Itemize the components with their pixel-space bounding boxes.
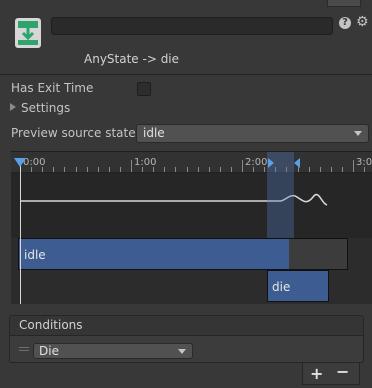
ruler-tick <box>364 167 366 172</box>
has-exit-time-checkbox[interactable] <box>137 82 151 96</box>
ruler-tick <box>175 167 177 172</box>
ruler-tick <box>75 167 77 172</box>
playhead-marker-icon[interactable] <box>14 158 26 167</box>
gear-icon[interactable]: ⚙ <box>356 14 369 30</box>
playhead-line[interactable] <box>20 158 21 304</box>
transition-start-marker-icon[interactable] <box>268 158 274 168</box>
ruler-tick <box>164 167 166 172</box>
ruler-tick <box>131 160 132 172</box>
chevron-down-icon <box>354 131 362 136</box>
source-state-label: idle <box>24 248 46 262</box>
condition-parameter-dropdown[interactable]: Die <box>33 343 193 359</box>
chevron-down-icon <box>178 349 186 354</box>
ruler-tick <box>308 167 310 172</box>
source-state-bar-tail <box>289 239 347 269</box>
ruler-tick <box>264 167 266 172</box>
destination-state-label: die <box>272 280 291 294</box>
top-tab <box>327 0 361 7</box>
transition-name-field[interactable] <box>51 17 333 35</box>
remove-condition-button[interactable]: − <box>336 362 349 381</box>
ruler-tick <box>230 167 232 172</box>
ruler-tick <box>186 167 188 172</box>
preview-source-state-label: Preview source state <box>11 126 136 140</box>
transition-timeline[interactable]: 0:00 1:00 2:00 3:00 idle die <box>11 151 372 304</box>
ruler-tick <box>341 167 343 172</box>
ruler-tick <box>353 160 354 172</box>
settings-foldout-arrow-icon[interactable] <box>10 103 16 111</box>
ruler-tick <box>97 167 99 172</box>
ruler-tick <box>330 167 332 172</box>
divider <box>0 74 372 75</box>
ruler-tick <box>64 167 66 172</box>
drag-handle-icon[interactable] <box>19 347 29 351</box>
destination-state-bar[interactable]: die <box>267 270 329 302</box>
preview-source-state-dropdown[interactable]: idle <box>136 124 369 143</box>
source-state-bar[interactable]: idle <box>18 238 348 270</box>
conditions-panel: Conditions Die <box>9 315 364 363</box>
has-exit-time-label: Has Exit Time <box>11 81 94 95</box>
ruler-tick <box>53 167 55 172</box>
ruler-tick <box>242 160 243 172</box>
ruler-tick <box>208 167 210 172</box>
timeline-ruler[interactable]: 0:00 1:00 2:00 3:00 <box>11 152 372 173</box>
curve-area <box>11 173 372 238</box>
preview-source-state-value: idle <box>143 126 165 140</box>
help-icon[interactable]: ? <box>339 17 351 29</box>
add-condition-button[interactable]: + <box>310 364 323 383</box>
ruler-tick <box>119 167 121 172</box>
ruler-tick <box>108 167 110 172</box>
transition-title: AnyState -> die <box>84 52 180 66</box>
conditions-title: Conditions <box>19 318 83 332</box>
transition-icon <box>15 18 41 48</box>
ruler-tick <box>86 167 88 172</box>
ruler-tick <box>142 167 144 172</box>
conditions-header: Conditions <box>10 316 363 336</box>
ruler-tick <box>253 167 255 172</box>
weight-curve <box>20 193 328 206</box>
transition-end-marker-icon[interactable] <box>294 158 300 168</box>
condition-parameter-value: Die <box>39 344 59 358</box>
ruler-tick <box>219 167 221 172</box>
ruler-tick <box>197 167 199 172</box>
ruler-tick <box>31 167 33 172</box>
settings-foldout-label[interactable]: Settings <box>21 101 70 115</box>
ruler-tick <box>153 167 155 172</box>
ruler-tick <box>42 167 44 172</box>
ruler-tick <box>319 167 321 172</box>
